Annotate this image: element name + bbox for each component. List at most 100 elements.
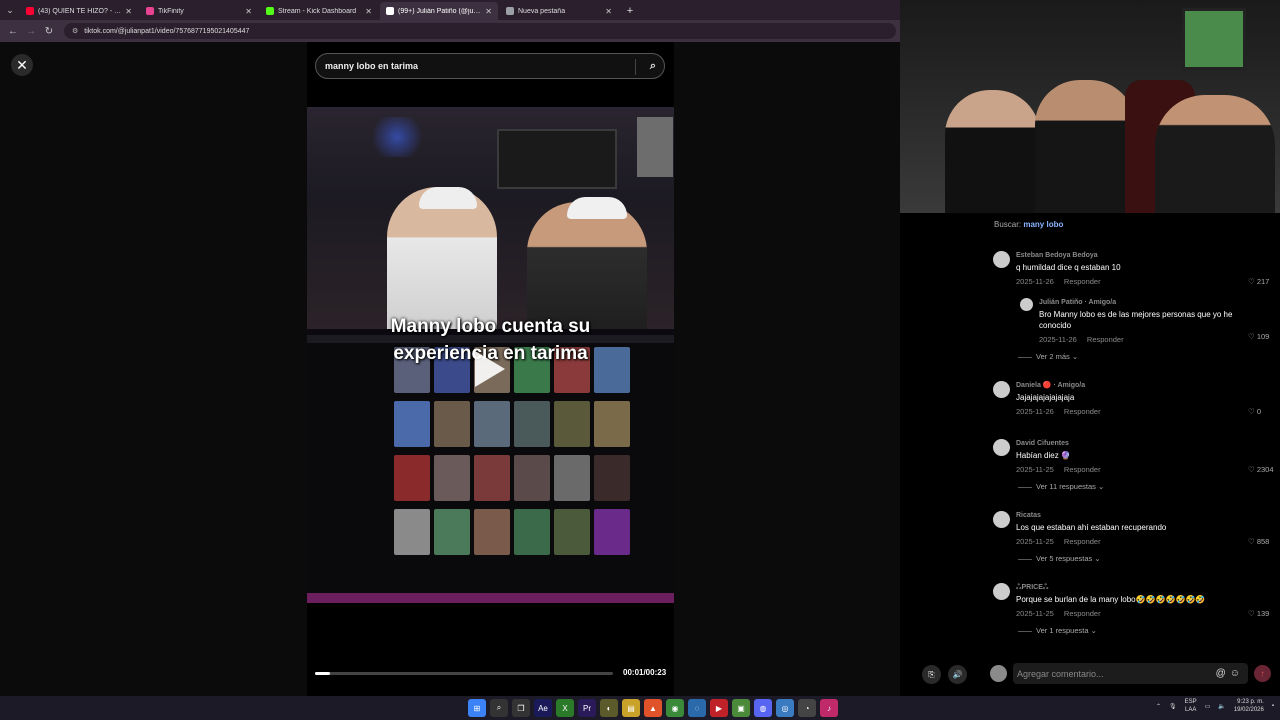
emoji-icon[interactable]: ☺ [1230, 668, 1244, 679]
task-view-icon[interactable]: ❐ [512, 699, 530, 717]
view-replies-link[interactable]: Ver 2 más ⌄ [1018, 352, 1078, 361]
like-button[interactable]: ♡ 858 [1248, 537, 1269, 546]
comment-date: 2025-11-25 [1016, 609, 1054, 618]
video-thumbnail [474, 455, 510, 501]
site-info-icon[interactable]: ⚙ [72, 27, 78, 35]
led-light [367, 117, 427, 157]
search-input[interactable]: manny lobo en tarima ⌕ [315, 53, 665, 79]
app-icon[interactable]: ◐ [600, 699, 618, 717]
avatar[interactable] [993, 583, 1010, 600]
view-replies-link[interactable]: Ver 1 respuesta ⌄ [1018, 626, 1097, 635]
close-tab-icon[interactable]: ✕ [365, 7, 372, 16]
file-explorer-icon[interactable]: ▤ [622, 699, 640, 717]
browser-tab[interactable]: Stream - Kick Dashboard ✕ [260, 2, 378, 20]
like-button[interactable]: ♡ 109 [1248, 332, 1269, 341]
browser-tab[interactable]: (99+) Julián Patiño (@julianpat1) ✕ [380, 2, 498, 20]
chevron-down-icon: ⌄ [1098, 482, 1105, 491]
browser-tab[interactable]: (43) QUIEN TE HIZO? - Tayme... ✕ [20, 2, 138, 20]
close-tab-icon[interactable]: ✕ [605, 7, 612, 16]
network-icon[interactable]: ▭ [1205, 703, 1211, 710]
like-button[interactable]: ♡ 217 [1248, 277, 1269, 286]
video-player[interactable]: Manny lobo cuenta su experiencia en tari… [307, 107, 674, 603]
search-icon[interactable]: ⌕ [650, 60, 656, 73]
minecraft-icon[interactable]: ▣ [732, 699, 750, 717]
close-tab-icon[interactable]: ✕ [245, 7, 252, 16]
heart-icon: ♡ [1248, 465, 1255, 474]
wall-poster [637, 117, 673, 177]
related-search-keyword[interactable]: many lobo [1023, 220, 1063, 229]
reply-button[interactable]: Responder [1064, 407, 1101, 416]
notifications-icon[interactable]: ▪ [1272, 703, 1274, 709]
xbox-icon[interactable]: X [556, 699, 574, 717]
chrome-icon[interactable]: ◉ [666, 699, 684, 717]
play-icon[interactable] [475, 351, 505, 387]
brave-icon[interactable]: ▲ [644, 699, 662, 717]
browser-tab[interactable]: Nueva pestaña ✕ [500, 2, 618, 20]
reply-button[interactable]: Responder [1064, 609, 1101, 618]
video-time: 00:01/00:23 [623, 668, 667, 677]
forward-button[interactable]: → [22, 22, 40, 40]
comment-author[interactable]: Julián Patiño · Amigo/a [1039, 298, 1239, 308]
view-replies-link[interactable]: Ver 11 respuestas ⌄ [1018, 482, 1104, 491]
report-button[interactable]: ⎘ [922, 665, 941, 684]
browser-tab[interactable]: TikFinity ✕ [140, 2, 258, 20]
heart-icon: ♡ [1248, 407, 1255, 416]
clock[interactable]: 9:23 p. m. 19/02/2026 [1234, 698, 1264, 714]
like-button[interactable]: ♡ 0 [1248, 407, 1261, 416]
volume-icon[interactable]: 🔈 [1218, 703, 1225, 710]
tiktok-icon[interactable]: ♪ [820, 699, 838, 717]
comment-author[interactable]: Daniela 🔴 · Amigo/a [1016, 381, 1246, 391]
caption-line-1: Manny lobo cuenta su [390, 316, 591, 337]
comment-author[interactable]: David Cifuentes [1016, 439, 1246, 449]
volume-button[interactable]: 🔊 [948, 665, 967, 684]
streamer-left [945, 90, 1040, 213]
windows-start-icon[interactable]: ⊞ [468, 699, 486, 717]
add-comment-input[interactable]: Agregar comentario... @☺ [1013, 663, 1248, 684]
video-scene [307, 107, 674, 329]
comment-author[interactable]: ஃPRICEஃ [1016, 583, 1246, 593]
tab-search-button[interactable]: ⌄ [0, 0, 20, 20]
address-toolbar: ← → ↻ ⚙ tiktok.com/@julianpat1/video/757… [0, 20, 900, 42]
video-thumbnail [474, 401, 510, 447]
send-comment-button[interactable]: ↑ [1254, 665, 1271, 682]
close-tab-icon[interactable]: ✕ [125, 7, 132, 16]
reload-button[interactable]: ↻ [40, 22, 58, 40]
chrome-profile-icon[interactable]: ◎ [776, 699, 794, 717]
discord-icon[interactable]: ◍ [754, 699, 772, 717]
reply-button[interactable]: Responder [1064, 465, 1101, 474]
premiere-icon[interactable]: Pr [578, 699, 596, 717]
reply-button[interactable]: Responder [1064, 537, 1101, 546]
like-button[interactable]: ♡ 139 [1248, 609, 1269, 618]
avatar[interactable] [993, 511, 1010, 528]
address-bar[interactable]: ⚙ tiktok.com/@julianpat1/video/757687719… [64, 23, 896, 39]
reply-button[interactable]: Responder [1087, 335, 1124, 344]
new-tab-button[interactable]: + [620, 2, 640, 20]
back-button[interactable]: ← [4, 22, 22, 40]
avatar[interactable] [1020, 298, 1033, 311]
edge-icon[interactable]: ◌ [688, 699, 706, 717]
language-indicator[interactable]: ESP LAA [1185, 698, 1197, 714]
comment-date: 2025-11-26 [1016, 277, 1054, 286]
search-icon[interactable]: ⌕ [490, 699, 508, 717]
avatar[interactable] [993, 251, 1010, 268]
obs-icon[interactable]: ◔ [798, 699, 816, 717]
avatar[interactable] [993, 439, 1010, 456]
video-thumbnail [594, 509, 630, 555]
reply-button[interactable]: Responder [1064, 277, 1101, 286]
video-progress-bar[interactable] [315, 672, 613, 675]
close-tab-icon[interactable]: ✕ [485, 7, 492, 16]
comment-author[interactable]: Ricatas [1016, 511, 1246, 521]
related-search[interactable]: Buscar: many lobo [994, 220, 1063, 229]
mention-icon[interactable]: @ [1216, 668, 1230, 679]
youtube-icon[interactable]: ▶ [710, 699, 728, 717]
view-replies-link[interactable]: Ver 5 respuestas ⌄ [1018, 554, 1101, 563]
grid-bottombar [307, 593, 674, 603]
avatar[interactable] [993, 381, 1010, 398]
like-button[interactable]: ♡ 2304 [1248, 465, 1274, 474]
microphone-icon[interactable]: 🎙 [1169, 703, 1177, 710]
close-video-button[interactable]: ✕ [11, 54, 33, 76]
comment-author[interactable]: Esteban Bedoya Bedoya [1016, 251, 1246, 261]
comment-text: Habían diez 🔮 [1016, 451, 1071, 460]
chevron-up-icon[interactable]: ⌃ [1156, 703, 1161, 710]
after-effects-icon[interactable]: Ae [534, 699, 552, 717]
